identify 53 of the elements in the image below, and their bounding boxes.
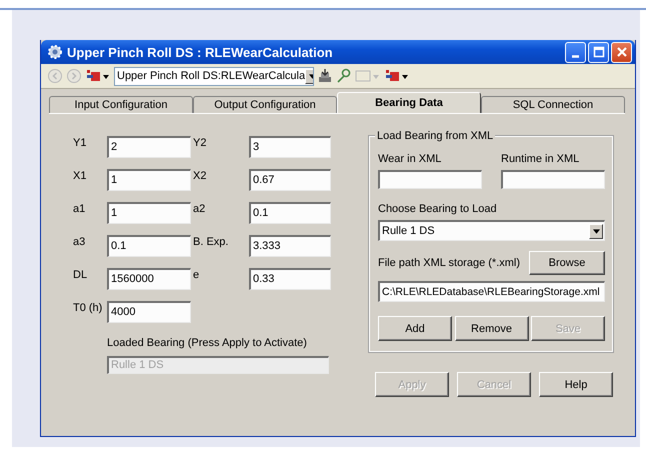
minimize-button[interactable]: [565, 42, 586, 62]
browse-button[interactable]: Browse: [529, 251, 605, 275]
input-field[interactable]: 1: [107, 169, 191, 191]
caret-icon: [592, 228, 600, 234]
field-label: Y2: [192, 136, 208, 149]
field-label: T0 (h): [72, 301, 104, 314]
input-field[interactable]: 3: [249, 136, 331, 158]
input-field[interactable]: 4000: [107, 301, 191, 323]
group-title: Load Bearing from XML: [375, 130, 496, 142]
input-field[interactable]: 2: [107, 136, 191, 158]
button[interactable]: Remove: [454, 316, 528, 341]
button[interactable]: Add: [378, 316, 452, 341]
field-label: Runtime in XML: [501, 153, 580, 165]
field-label: a3: [72, 235, 86, 248]
field-label: X1: [72, 169, 88, 182]
close-icon: [614, 45, 628, 59]
field-label: X2: [192, 169, 208, 182]
field-label: a2: [192, 202, 206, 215]
input-field[interactable]: 1: [107, 202, 191, 224]
stack-icon[interactable]: [317, 68, 333, 84]
maximize-icon: [592, 45, 606, 59]
flag-dropdown-icon[interactable]: [384, 68, 410, 84]
tab[interactable]: Output Configuration: [193, 96, 337, 113]
close-button[interactable]: [611, 42, 632, 62]
field-label: Choose Bearing to Load: [378, 203, 498, 215]
field-label: Wear in XML: [378, 153, 442, 165]
wear-field[interactable]: [378, 170, 482, 189]
view-dropdown[interactable]: Upper Pinch Roll DS:RLEWearCalcula: [114, 66, 314, 86]
input-field[interactable]: 1560000: [107, 268, 191, 290]
bearing-dropdown[interactable]: Rulle 1 DS: [378, 220, 605, 241]
tab[interactable]: Input Configuration: [49, 96, 193, 113]
flag-dropdown-icon[interactable]: [85, 68, 111, 84]
field-label: DL: [72, 268, 88, 281]
field-label: File path XML storage (*.xml): [378, 257, 520, 269]
window-title: Upper Pinch Roll DS : RLEWearCalculation: [67, 44, 334, 60]
minimize-icon: [572, 54, 579, 58]
field-label: B. Exp.: [192, 235, 230, 248]
input-field[interactable]: 0.67: [249, 169, 331, 191]
runtime-field[interactable]: [501, 170, 605, 189]
field-label: Y1: [72, 136, 88, 149]
file-path-field[interactable]: C:\RLE\RLEDatabase\RLEBearingStorage.xml: [378, 281, 605, 302]
field-label: Loaded Bearing (Press Apply to Activate): [107, 337, 308, 349]
button[interactable]: Help: [539, 372, 613, 397]
field-label: e: [192, 268, 200, 281]
input-field[interactable]: 0.1: [107, 235, 191, 257]
tab[interactable]: Bearing Data: [337, 92, 481, 113]
input-field[interactable]: 0.33: [249, 268, 331, 290]
field-label: a1: [72, 202, 86, 215]
input-field[interactable]: 0.1: [249, 202, 331, 224]
gear-icon: [47, 44, 63, 60]
maximize-button[interactable]: [588, 42, 609, 62]
input-field[interactable]: 3.333: [249, 235, 331, 257]
tab[interactable]: SQL Connection: [481, 96, 625, 113]
